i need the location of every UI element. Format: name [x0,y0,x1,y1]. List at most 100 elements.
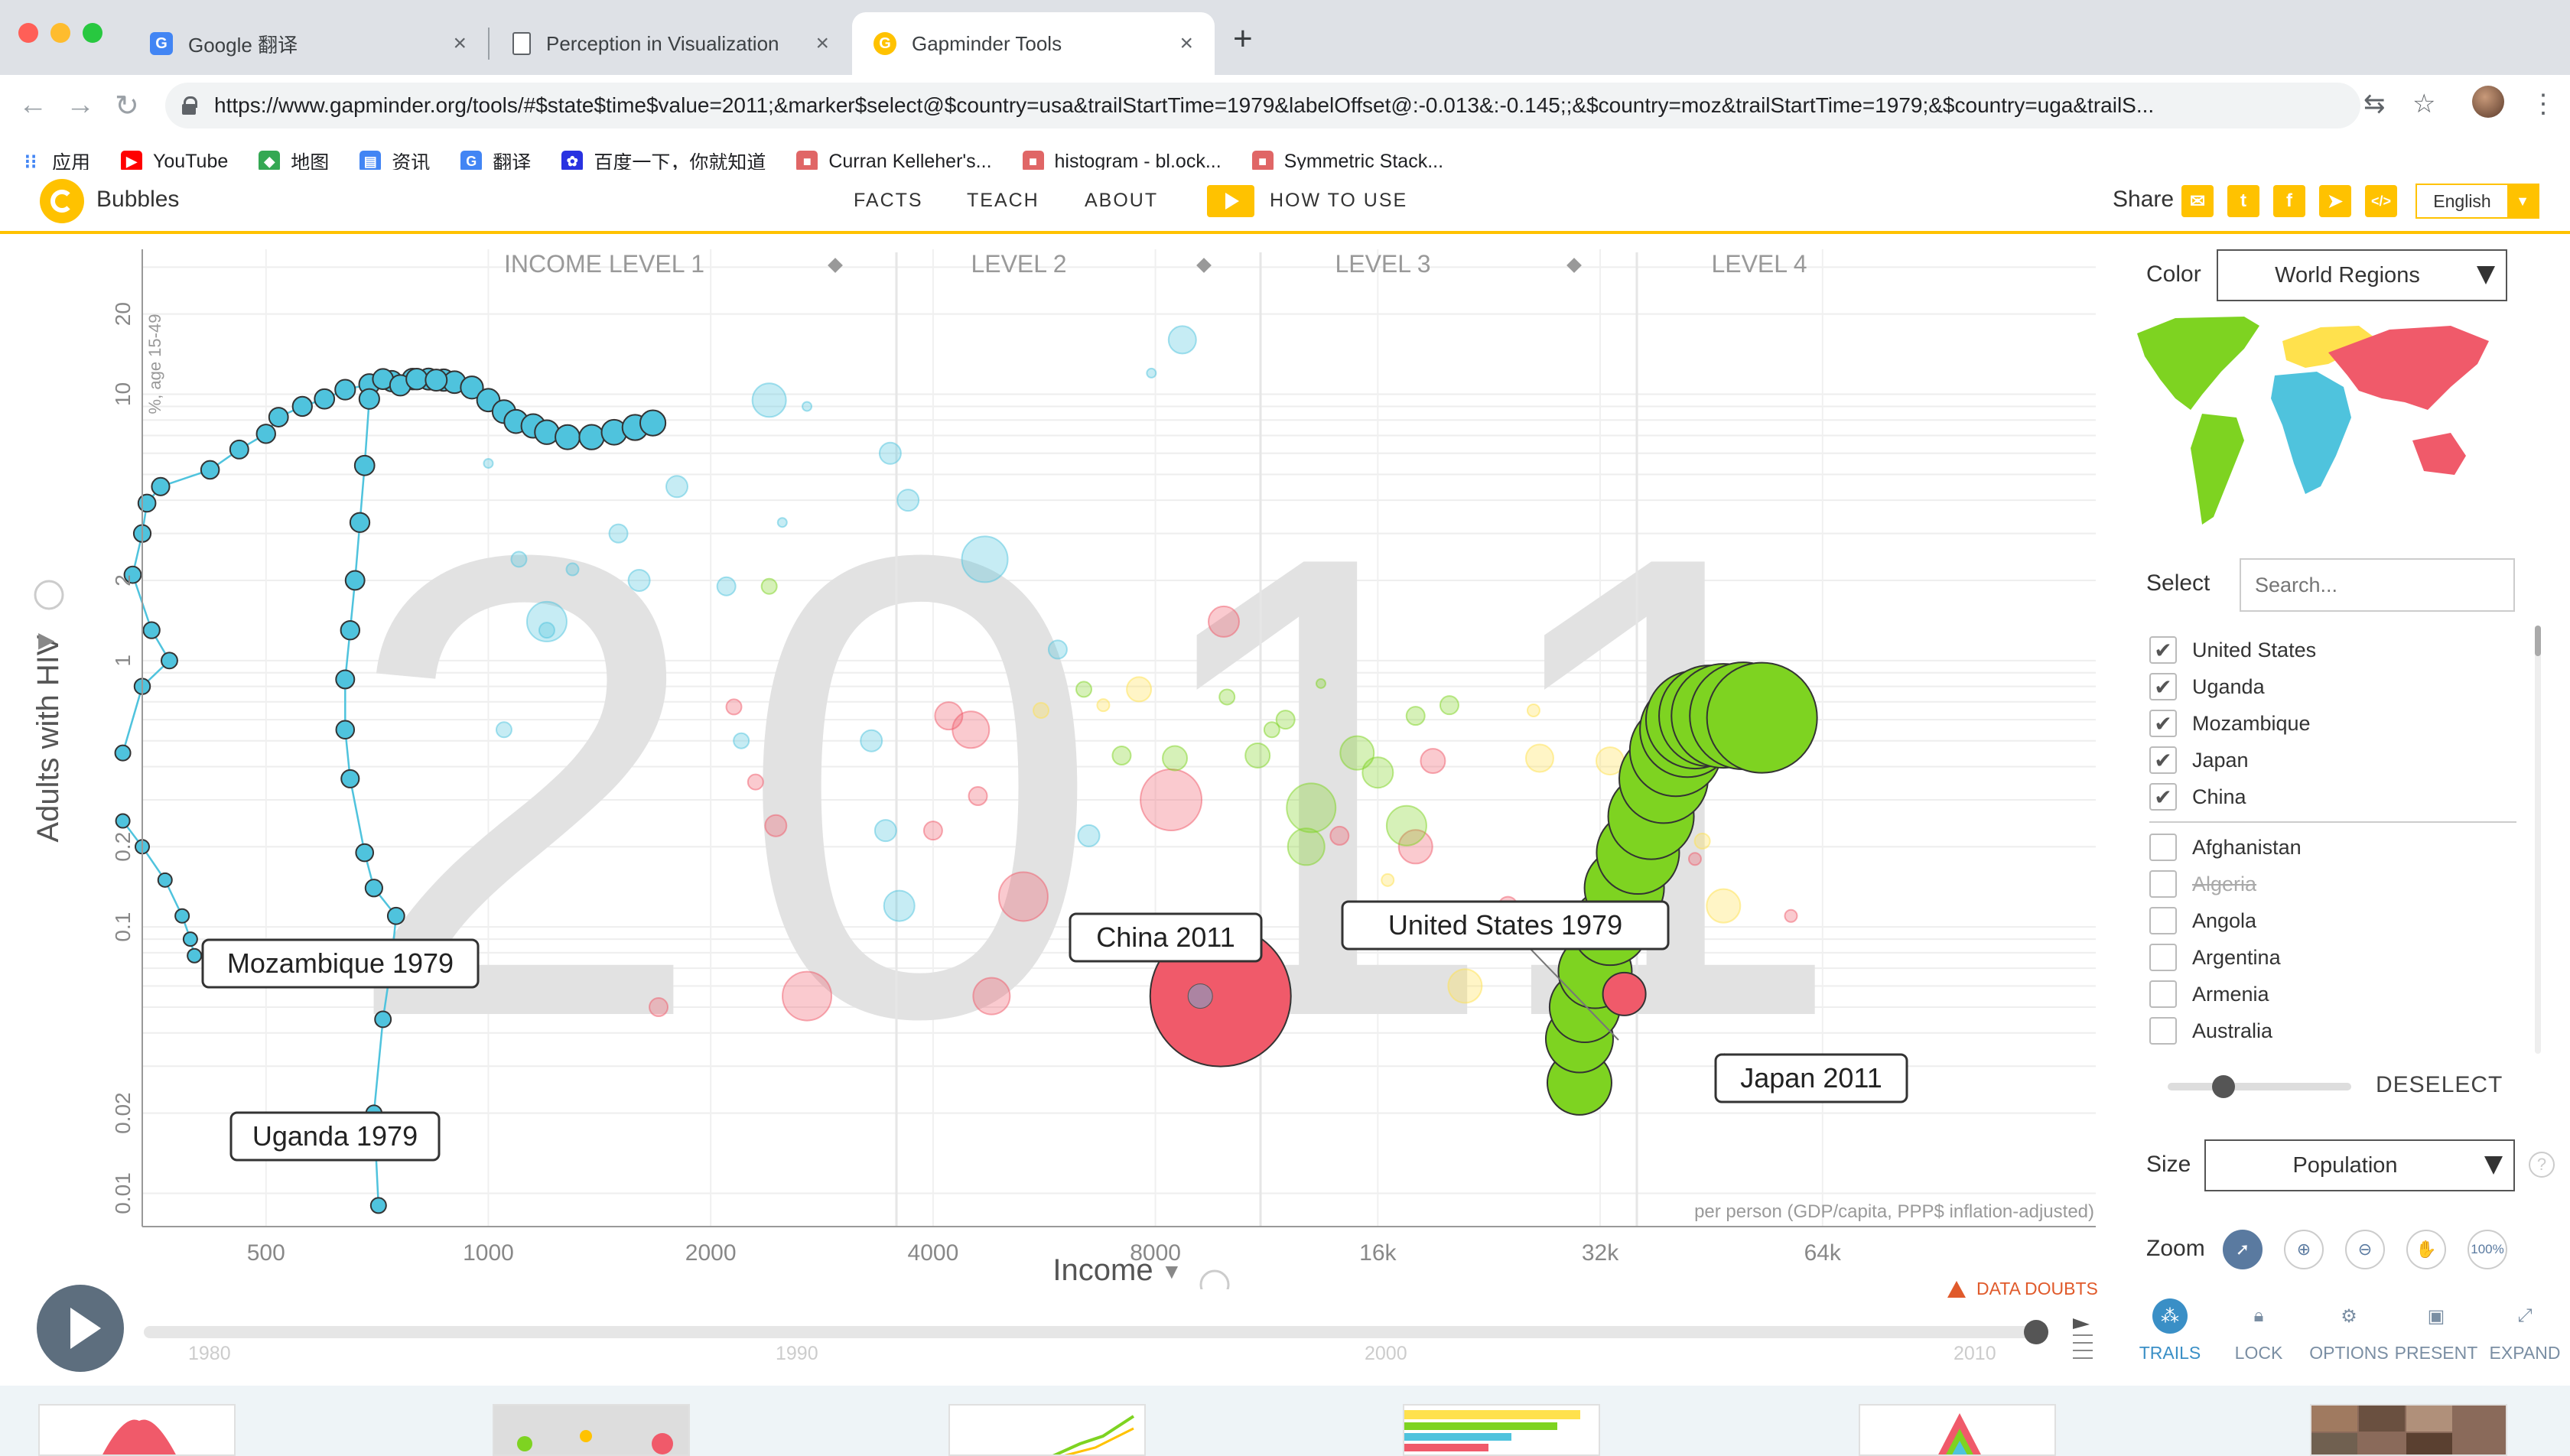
background-bubble[interactable] [1361,756,1394,789]
y-axis-info-icon[interactable] [34,580,64,610]
background-bubble[interactable] [1075,681,1093,698]
background-bubble[interactable] [483,457,494,469]
trail-bubble[interactable] [340,619,360,641]
background-bubble[interactable] [776,517,788,528]
trail-bubble[interactable] [344,570,366,591]
background-bubble[interactable] [802,401,813,412]
background-bubble[interactable] [1140,768,1203,831]
reload-icon[interactable]: ↻ [115,89,139,123]
trail-bubble[interactable] [334,379,356,401]
background-bubble[interactable] [495,721,512,739]
country-list-scrollbar[interactable] [2535,626,2541,1054]
background-bubble[interactable] [1693,832,1711,850]
background-bubble[interactable] [1329,825,1350,846]
checkbox-icon[interactable] [2149,834,2177,861]
new-tab-button[interactable]: + [1233,20,1253,58]
country-item[interactable]: Argentina [2149,939,2516,976]
trail-bubble[interactable] [355,843,375,863]
embed-code-icon[interactable]: </> [2365,185,2397,217]
checkbox-checked-icon[interactable]: ✔ [2149,673,2177,700]
avatar[interactable] [2472,86,2504,118]
trail-bubble[interactable] [335,720,356,740]
country-item[interactable]: Algeria [2149,866,2516,902]
background-bubble[interactable] [725,698,743,716]
link-icon[interactable]: ➤ [2319,185,2351,217]
background-bubble[interactable] [1218,688,1236,706]
background-bubble[interactable] [1111,746,1132,766]
close-icon[interactable]: × [1179,31,1193,57]
present-button[interactable]: ▣ PRESENT [2394,1298,2478,1363]
trail-bubble[interactable] [1602,971,1647,1016]
background-bubble[interactable] [860,729,883,752]
close-icon[interactable]: × [815,31,829,57]
trail-bubble[interactable] [578,424,605,450]
deselect-button[interactable]: DESELECT [2376,1072,2503,1098]
background-bubble[interactable] [896,489,920,512]
background-bubble[interactable] [1524,743,1554,773]
time-slider-handle[interactable] [2024,1320,2048,1344]
trail-bubble[interactable] [314,388,336,410]
checkbox-icon[interactable] [2149,1017,2177,1045]
background-bubble[interactable] [1286,782,1337,834]
checkbox-checked-icon[interactable]: ✔ [2149,746,2177,774]
email-icon[interactable]: ✉ [2181,185,2214,217]
trail-bubble[interactable] [182,931,198,947]
bubble-chart[interactable]: 2011 INCOME LEVEL 1 LEVEL 2 LEVEL 3 LEVEL 4… [0,234,2111,1289]
size-select[interactable]: Population [2204,1139,2515,1191]
country-item[interactable]: ✔ China [2149,778,2516,815]
background-bubble[interactable] [538,622,555,639]
data-doubts-link[interactable]: DATA DOUBTS [1947,1279,2098,1299]
thumbnail-line-chart[interactable] [948,1404,1146,1456]
country-item[interactable]: Australia [2149,1012,2516,1045]
background-bubble[interactable] [1420,748,1446,775]
world-regions-map[interactable] [2129,310,2497,540]
trail-bubble[interactable] [555,424,581,450]
gapminder-logo[interactable] [40,179,84,223]
background-bubble[interactable] [1162,745,1189,772]
background-bubble[interactable] [665,475,688,499]
background-bubble[interactable] [1146,367,1157,379]
browser-tab-gapminder[interactable]: G Gapminder Tools × [852,12,1215,75]
background-bubble[interactable] [1687,852,1702,866]
background-bubble[interactable] [883,889,916,922]
cursor-pointer-icon[interactable]: ➚ [2223,1230,2263,1269]
thumbnail-mountain-stack[interactable] [1859,1404,2056,1456]
background-bubble[interactable] [1167,325,1197,355]
trail-bubble[interactable] [268,407,289,427]
background-bubble[interactable] [565,562,580,577]
checkbox-icon[interactable] [2149,944,2177,971]
trail-bubble[interactable] [291,395,313,418]
forward-icon[interactable]: → [66,89,95,122]
minimize-window-button[interactable] [50,23,70,43]
expand-button[interactable]: ⤢ EXPAND [2483,1298,2567,1363]
nav-about[interactable]: ABOUT [1085,190,1158,212]
trail-bubble[interactable] [364,879,383,898]
translate-page-icon[interactable]: ⇆ [2363,89,2386,119]
checkbox-icon[interactable] [2149,980,2177,1008]
checkbox-checked-icon[interactable]: ✔ [2149,636,2177,664]
close-icon[interactable]: × [453,31,467,57]
opacity-slider-handle[interactable] [2212,1075,2235,1098]
background-bubble[interactable] [968,786,988,807]
background-bubble[interactable] [716,576,737,596]
background-bubble[interactable] [1207,605,1240,638]
trail-bubble[interactable] [114,744,132,762]
map-region-americas[interactable] [2137,317,2259,525]
background-bubble[interactable] [1263,721,1280,739]
country-item[interactable]: Afghanistan [2149,829,2516,866]
background-bubble[interactable] [782,970,833,1022]
background-bubble[interactable] [1187,983,1213,1009]
trail-bubble[interactable] [335,669,356,690]
background-bubble[interactable] [1315,678,1326,689]
country-item[interactable]: ✔ Uganda [2149,668,2516,705]
thumbnail-dollar-street[interactable] [2310,1404,2507,1456]
menu-dots-icon[interactable]: ⋮ [2530,89,2556,119]
background-bubble[interactable] [1526,704,1540,718]
x-axis-dropdown-icon[interactable]: ▼ [1161,1259,1183,1283]
background-bubble[interactable] [608,523,629,544]
trail-bubble[interactable] [161,652,178,670]
background-bubble[interactable] [1287,827,1326,866]
trail-bubble[interactable] [115,813,131,829]
checkbox-icon[interactable] [2149,907,2177,934]
speed-icon[interactable] [2071,1314,2094,1360]
